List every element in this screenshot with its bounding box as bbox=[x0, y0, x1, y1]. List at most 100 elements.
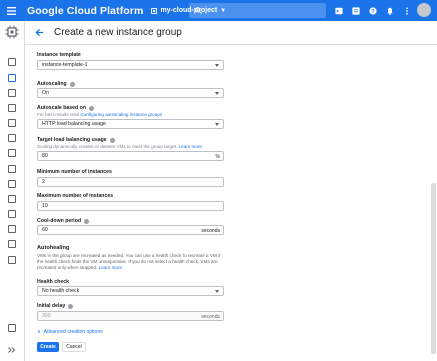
sidebar-item-vm-instances[interactable] bbox=[7, 57, 17, 67]
description-text: VMs in the group are recreated as needed… bbox=[37, 253, 221, 271]
autoscale-hint: For best results read Configuring autosc… bbox=[37, 112, 162, 117]
min-instances-input[interactable]: 2 bbox=[37, 177, 224, 187]
sole-tenant-nodes-icon bbox=[8, 104, 16, 112]
autohealing-learn-more-link[interactable]: Learn more bbox=[99, 265, 123, 270]
vm-instances-icon bbox=[8, 58, 16, 66]
security-scans-icon bbox=[8, 256, 16, 264]
cooldown-input[interactable]: 60 seconds bbox=[37, 225, 224, 235]
menu-icon bbox=[6, 6, 16, 15]
sidebar bbox=[0, 21, 25, 361]
help-icon[interactable] bbox=[69, 81, 75, 87]
select-value: On bbox=[42, 90, 49, 96]
health-check-select[interactable]: No health check bbox=[37, 286, 224, 296]
sidebar-item-metadata[interactable] bbox=[7, 194, 17, 204]
marketplace-icon bbox=[8, 324, 16, 332]
sidebar-item-tpus[interactable] bbox=[7, 164, 17, 174]
hint-text: Scaling dynamically creates or deletes V… bbox=[37, 144, 178, 149]
metadata-icon bbox=[8, 195, 16, 203]
instance-template-select[interactable]: instance-template-1 bbox=[37, 60, 224, 70]
tpus-icon bbox=[8, 165, 16, 173]
dropdown-arrow-icon bbox=[215, 123, 219, 126]
autoscaling-select[interactable]: On bbox=[37, 88, 224, 98]
operations-icon bbox=[8, 240, 16, 248]
advanced-creation-options-toggle[interactable]: ∨ Advanced creation options bbox=[37, 329, 103, 335]
sidebar-item-snapshots[interactable] bbox=[7, 133, 17, 143]
avatar[interactable] bbox=[417, 3, 431, 17]
learn-more-link[interactable]: Learn more bbox=[178, 144, 202, 149]
search-input[interactable] bbox=[189, 3, 326, 18]
sidebar-item-disks[interactable] bbox=[7, 118, 17, 128]
sidebar-item-marketplace[interactable] bbox=[7, 323, 17, 333]
page-title: Create a new instance group bbox=[54, 27, 182, 38]
help-icon[interactable] bbox=[68, 303, 74, 309]
snapshots-icon bbox=[8, 134, 16, 142]
hint-text: For best results read bbox=[37, 112, 80, 117]
sidebar-item-sole-tenant-nodes[interactable] bbox=[7, 103, 17, 113]
support-icon[interactable] bbox=[352, 6, 360, 15]
committed-use-icon bbox=[8, 180, 16, 188]
autohealing-title: Autohealing bbox=[37, 245, 70, 251]
sidebar-item-instance-templates[interactable] bbox=[7, 88, 17, 98]
help-icon[interactable] bbox=[84, 218, 90, 224]
input-suffix: seconds bbox=[201, 313, 220, 320]
page-header: Create a new instance group bbox=[25, 21, 437, 45]
target-lb-usage-input[interactable]: 80 % bbox=[37, 151, 224, 161]
max-instances-label: Maximum number of instances bbox=[37, 193, 113, 199]
create-button[interactable]: Create bbox=[37, 342, 59, 352]
chevron-down-icon: ∨ bbox=[37, 329, 41, 335]
target-lb-usage-label: Target load balancing usage bbox=[37, 137, 115, 143]
select-value: No health check bbox=[42, 288, 80, 294]
sidebar-item-committed-use[interactable] bbox=[7, 179, 17, 189]
product-title[interactable]: Google Cloud Platform bbox=[27, 5, 143, 17]
instance-groups-icon bbox=[8, 74, 16, 82]
images-icon bbox=[8, 149, 16, 157]
search-icon bbox=[195, 7, 202, 14]
input-value: 80 bbox=[42, 153, 48, 159]
autohealing-description: VMs in the group are recreated as needed… bbox=[37, 253, 225, 272]
compute-engine-icon[interactable] bbox=[5, 25, 19, 39]
initial-delay-input[interactable]: 300 seconds bbox=[37, 311, 224, 321]
sidebar-collapse-button[interactable] bbox=[7, 345, 17, 355]
disks-icon bbox=[8, 119, 16, 127]
health-check-label: Health check bbox=[37, 279, 69, 285]
arrow-back-icon bbox=[35, 28, 44, 37]
max-instances-input[interactable]: 10 bbox=[37, 201, 224, 211]
sidebar-item-security-scans[interactable] bbox=[7, 255, 17, 265]
configuring-autoscaling-link[interactable]: Configuring autoscaling instance groups bbox=[80, 112, 162, 117]
dropdown-arrow-icon bbox=[215, 92, 219, 95]
menu-button[interactable] bbox=[0, 0, 22, 21]
autoscale-based-on-label: Autoscale based on bbox=[37, 105, 95, 111]
sidebar-item-zones[interactable] bbox=[7, 224, 17, 234]
cloud-shell-icon[interactable] bbox=[335, 7, 343, 15]
autoscaling-label: Autoscaling bbox=[37, 81, 75, 87]
sidebar-item-images[interactable] bbox=[7, 148, 17, 158]
notifications-icon[interactable] bbox=[386, 7, 394, 15]
scrollbar[interactable] bbox=[431, 183, 436, 354]
sidebar-item-health-checks[interactable] bbox=[7, 209, 17, 219]
label-text: Minimum number of instances bbox=[37, 169, 112, 175]
input-suffix: % bbox=[215, 153, 220, 160]
initial-delay-label: Initial delay bbox=[37, 303, 74, 309]
label-text: Autoscale based on bbox=[37, 105, 87, 111]
collapse-icon bbox=[8, 347, 16, 353]
cancel-button[interactable]: Cancel bbox=[62, 342, 86, 352]
help-icon[interactable]: ? bbox=[369, 6, 377, 15]
sidebar-item-instance-groups[interactable] bbox=[7, 73, 17, 83]
more-icon[interactable] bbox=[403, 6, 411, 15]
instance-template-label: Instance template bbox=[37, 52, 81, 58]
help-icon[interactable] bbox=[109, 137, 115, 143]
label-text: Autoscaling bbox=[37, 81, 67, 87]
dropdown-arrow-icon bbox=[215, 64, 219, 67]
advanced-label: Advanced creation options bbox=[43, 329, 103, 335]
help-icon[interactable] bbox=[89, 105, 95, 111]
back-button[interactable] bbox=[35, 28, 45, 38]
sidebar-item-operations[interactable] bbox=[7, 239, 17, 249]
label-text: Instance template bbox=[37, 52, 81, 58]
min-instances-label: Minimum number of instances bbox=[37, 169, 112, 175]
select-value: instance-template-1 bbox=[42, 62, 88, 68]
input-value: 10 bbox=[42, 203, 48, 209]
top-app-bar: Google Cloud Platform my-cloud-project ▼… bbox=[0, 0, 437, 21]
autoscale-based-on-select[interactable]: HTTP load balancing usage bbox=[37, 119, 224, 129]
health-checks-icon bbox=[8, 210, 16, 218]
target-lb-usage-hint: Scaling dynamically creates or deletes V… bbox=[37, 144, 202, 149]
